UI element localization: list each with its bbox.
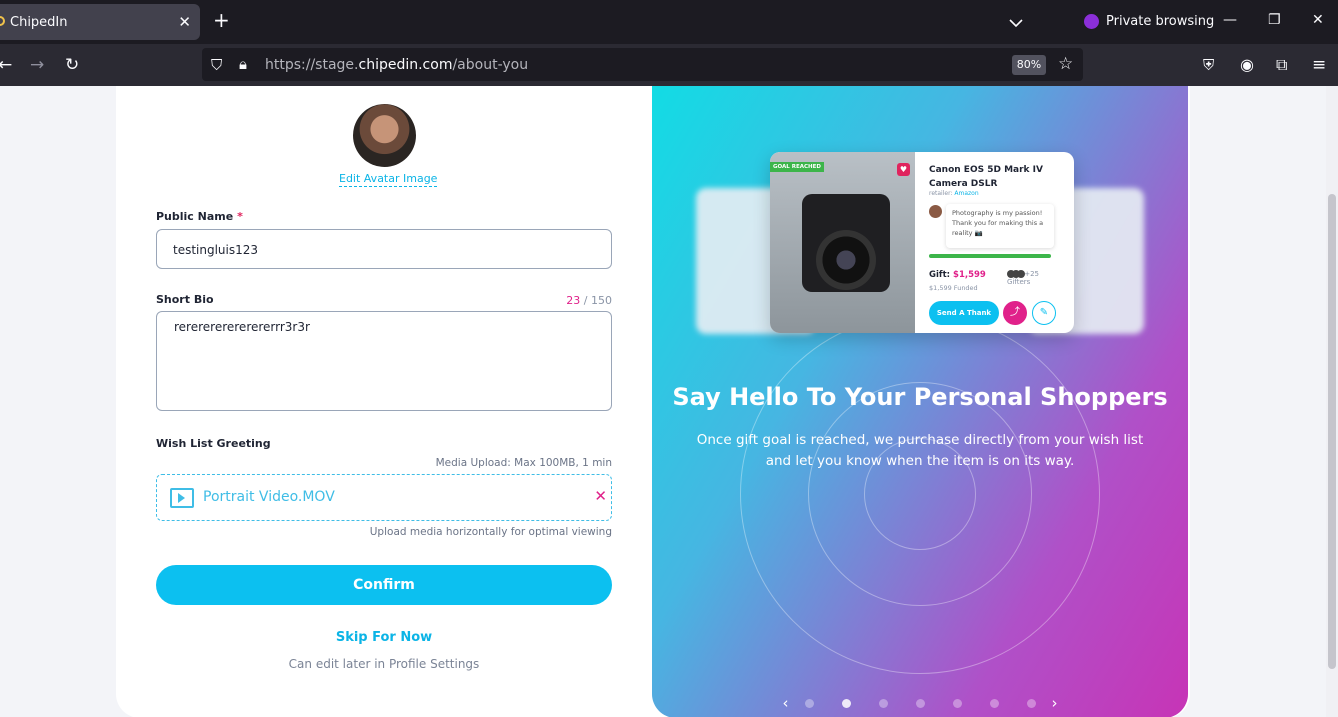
private-mask-icon xyxy=(1084,14,1099,29)
carousel-dot[interactable] xyxy=(878,698,888,708)
heart-icon: ♥ xyxy=(897,163,910,176)
gifters-summary: +25 Gifters xyxy=(1007,270,1040,286)
gift-amount: Gift: $1,599 xyxy=(929,270,986,280)
carousel-prev-icon[interactable]: ‹ xyxy=(783,694,789,712)
goal-reached-badge: GOAL REACHED xyxy=(770,162,824,172)
address-bar[interactable]: ⛉ 🔒︎ https://stage.chipedin.com/about-yo… xyxy=(202,48,1083,81)
wish-list-greeting-label: Wish List Greeting xyxy=(156,437,271,450)
lock-icon[interactable]: 🔒︎ xyxy=(239,54,247,74)
video-file-icon xyxy=(170,488,194,508)
hero-headline: Say Hello To Your Personal Shoppers xyxy=(672,383,1168,411)
carousel-dot[interactable] xyxy=(952,698,962,708)
message-avatar xyxy=(929,205,942,218)
carousel-pagination: ‹ › xyxy=(652,694,1188,712)
skip-for-now-link[interactable]: Skip For Now xyxy=(156,630,612,645)
private-browsing-indicator: Private browsing xyxy=(1084,14,1214,29)
extensions-icon[interactable]: ⧉ xyxy=(1276,55,1287,75)
reload-icon[interactable]: ↻ xyxy=(65,55,79,75)
public-name-label: Public Name * xyxy=(156,210,243,223)
thank-you-message: Photography is my passion! Thank you for… xyxy=(946,204,1054,248)
tab-title: ChipedIn xyxy=(10,15,68,30)
url-text[interactable]: https://stage.chipedin.com/about-you xyxy=(265,57,528,73)
product-card: GOAL REACHED ♥ Canon EOS 5D Mark IV Came… xyxy=(770,152,1074,333)
forward-icon[interactable]: → xyxy=(30,55,44,75)
bio-char-counter: 23 / 150 xyxy=(566,294,612,307)
retailer-text: retailer: Amazon xyxy=(929,190,979,197)
new-tab-icon[interactable]: + xyxy=(213,10,230,30)
public-name-input[interactable]: testingluis123 xyxy=(156,229,612,269)
back-icon[interactable]: ← xyxy=(0,55,12,75)
edit-icon: ✎ xyxy=(1032,301,1056,325)
media-limit-hint: Media Upload: Max 100MB, 1 min xyxy=(435,457,612,469)
share-icon: ⤴ xyxy=(1003,301,1027,325)
remove-media-icon[interactable]: ✕ xyxy=(594,487,607,505)
bookmark-star-icon[interactable]: ☆ xyxy=(1058,54,1073,74)
minimize-icon[interactable]: — xyxy=(1223,12,1237,28)
edit-avatar-link[interactable]: Edit Avatar Image xyxy=(339,172,438,187)
carousel-dot[interactable] xyxy=(915,698,925,708)
short-bio-textarea[interactable]: rererererererererrr3r3r xyxy=(156,311,612,411)
close-tab-icon[interactable]: ✕ xyxy=(178,13,191,31)
restore-icon[interactable]: ❐ xyxy=(1268,12,1281,28)
close-window-icon[interactable]: ✕ xyxy=(1312,12,1324,28)
hero-subtext: Once gift goal is reached, we purchase d… xyxy=(696,432,1144,469)
nav-bar: ← → ↻ ⛉ 🔒︎ https://stage.chipedin.com/ab… xyxy=(0,44,1338,86)
short-bio-label: Short Bio xyxy=(156,293,214,306)
private-browsing-label: Private browsing xyxy=(1106,14,1215,29)
pocket-icon[interactable]: ⛨ xyxy=(1203,55,1214,75)
funded-amount: $1,599 Funded xyxy=(929,284,978,292)
shield-icon[interactable]: ⛉ xyxy=(211,55,222,75)
hero-panel: GOAL REACHED ♥ Canon EOS 5D Mark IV Came… xyxy=(652,86,1188,717)
decor-ring xyxy=(740,314,1100,674)
media-file-name: Portrait Video.MOV xyxy=(203,489,335,505)
carousel-next-icon[interactable]: › xyxy=(1052,694,1058,712)
scrollbar[interactable] xyxy=(1326,86,1338,717)
page-viewport: Edit Avatar Image Public Name * testingl… xyxy=(0,86,1338,717)
product-name: Canon EOS 5D Mark IV Camera DSLR xyxy=(929,165,1043,189)
scrollbar-thumb[interactable] xyxy=(1328,194,1336,669)
send-thank-you-button: Send A Thank You xyxy=(929,301,999,325)
camera-lens xyxy=(816,230,876,290)
carousel-dot[interactable] xyxy=(841,698,851,708)
favicon-icon xyxy=(0,16,5,26)
menu-icon[interactable]: ≡ xyxy=(1312,55,1326,75)
list-tabs-icon[interactable] xyxy=(1009,13,1023,32)
goal-progress-bar xyxy=(929,254,1051,258)
product-photo xyxy=(770,152,915,333)
media-orientation-hint: Upload media horizontally for optimal vi… xyxy=(369,526,612,538)
account-icon[interactable]: ◉ xyxy=(1240,55,1254,75)
media-upload-field[interactable]: Portrait Video.MOV ✕ xyxy=(156,474,612,521)
confirm-button[interactable]: Confirm xyxy=(156,565,612,605)
carousel-dot[interactable] xyxy=(989,698,999,708)
carousel-dot[interactable] xyxy=(804,698,814,708)
browser-tab[interactable]: ChipedIn ✕ xyxy=(0,4,200,40)
edit-later-note: Can edit later in Profile Settings xyxy=(288,657,480,671)
zoom-level[interactable]: 80% xyxy=(1012,55,1046,75)
avatar[interactable] xyxy=(353,104,416,167)
tab-bar: ChipedIn ✕ + Private browsing — ❐ ✕ xyxy=(0,0,1338,44)
carousel-dot[interactable] xyxy=(1026,698,1036,708)
